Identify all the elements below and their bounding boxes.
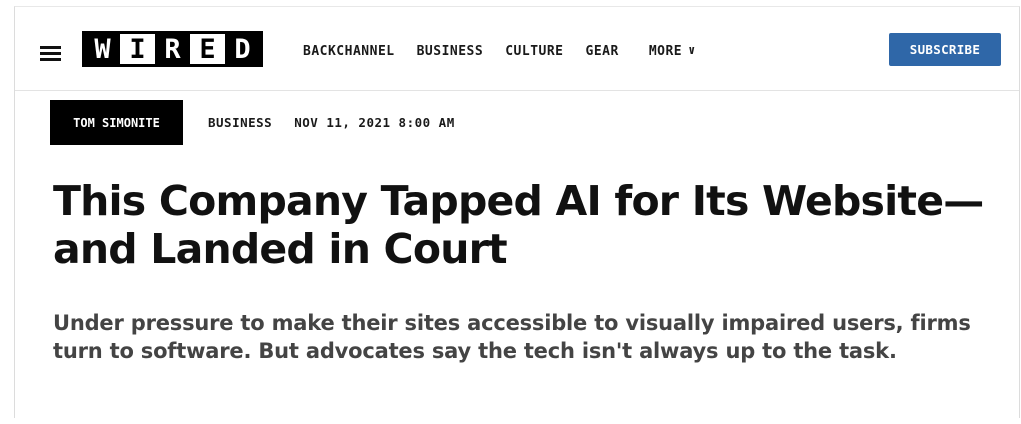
logo-letter: I: [120, 34, 155, 64]
wired-logo[interactable]: W I R E D: [82, 31, 263, 67]
logo-letter: R: [155, 34, 190, 64]
article-dek: Under pressure to make their sites acces…: [53, 311, 971, 363]
chevron-down-icon: ∨: [688, 43, 696, 57]
nav-item-business[interactable]: BUSINESS: [417, 44, 484, 59]
subscribe-button[interactable]: SUBSCRIBE: [889, 33, 1001, 66]
menu-bar: [40, 58, 61, 61]
site-header: W I R E D BACKCHANNEL BUSINESS CULTURE G…: [15, 7, 1019, 91]
logo-letter: E: [190, 34, 225, 64]
menu-bar: [40, 46, 61, 49]
nav-item-backchannel[interactable]: BACKCHANNEL: [303, 44, 395, 59]
logo-letter: W: [85, 34, 120, 64]
nav-more-label: MORE: [648, 44, 683, 59]
category-link[interactable]: BUSINESS: [208, 115, 272, 130]
publish-date: NOV 11, 2021 8:00 AM: [294, 115, 455, 130]
main-nav: BACKCHANNEL BUSINESS CULTURE GEAR MORE ∨: [303, 43, 718, 59]
nav-item-more[interactable]: MORE ∨: [648, 43, 696, 59]
nav-item-gear[interactable]: GEAR: [586, 44, 619, 59]
article-headline: This Company Tapped AI for Its Website—a…: [53, 177, 984, 273]
page-frame: W I R E D BACKCHANNEL BUSINESS CULTURE G…: [14, 6, 1020, 418]
logo-letter: D: [225, 34, 260, 64]
menu-bar: [40, 52, 61, 55]
hamburger-menu-icon[interactable]: [40, 46, 61, 61]
article-byline: TOM SIMONITE BUSINESS NOV 11, 2021 8:00 …: [50, 100, 455, 145]
author-badge[interactable]: TOM SIMONITE: [50, 100, 183, 145]
nav-item-culture[interactable]: CULTURE: [505, 44, 563, 59]
